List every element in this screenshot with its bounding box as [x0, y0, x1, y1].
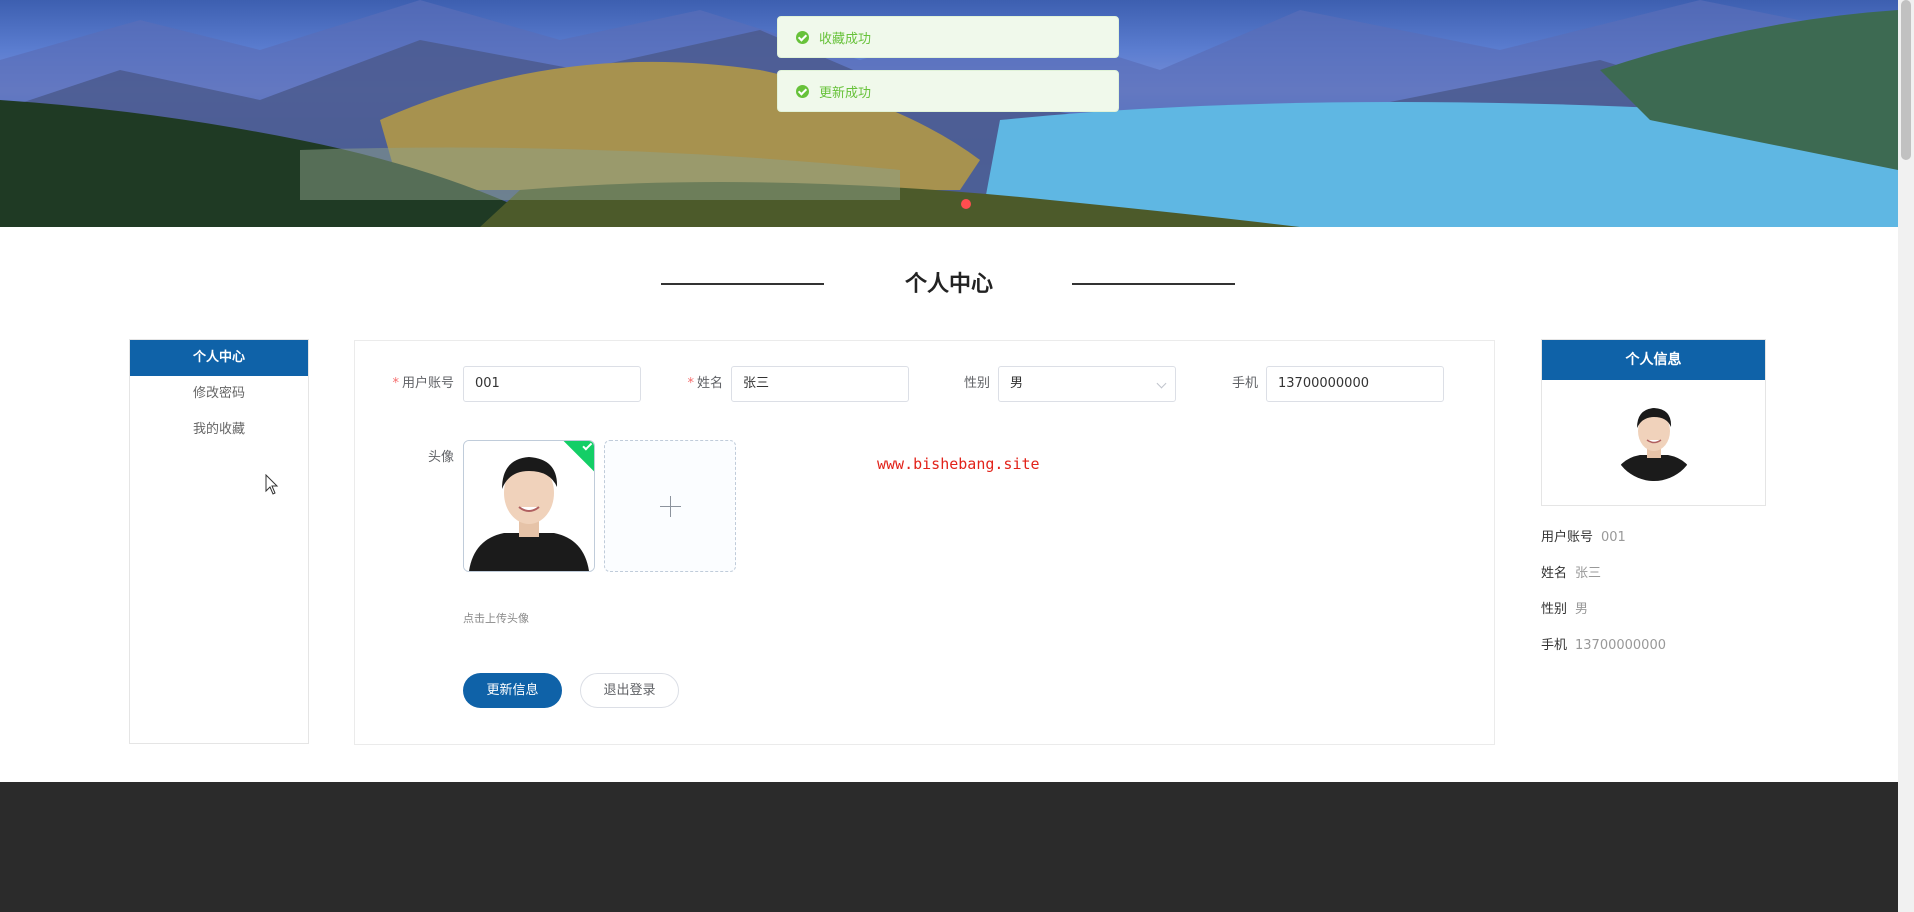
phone-label: 手机 [1231, 376, 1258, 391]
success-icon [796, 84, 809, 98]
update-info-button[interactable]: 更新信息 [463, 673, 562, 708]
carousel-indicator[interactable] [961, 199, 971, 209]
sidebar: 个人中心 修改密码 我的收藏 [129, 339, 309, 744]
profile-info-title: 个人信息 [1542, 340, 1765, 380]
avatar-upload-button[interactable] [604, 440, 736, 572]
uploaded-avatar[interactable] [463, 440, 595, 572]
page-title: 个人中心 [904, 272, 993, 297]
avatar-photo [464, 441, 594, 571]
mouse-cursor-icon [265, 474, 279, 495]
gender-select-value: 男 [1010, 376, 1024, 391]
success-icon [796, 30, 809, 44]
profile-avatar [1612, 397, 1696, 481]
logout-button[interactable]: 退出登录 [580, 673, 679, 708]
sidebar-item-favorites[interactable]: 我的收藏 [130, 412, 308, 448]
phone-input[interactable]: 13700000000 [1266, 366, 1444, 402]
profile-row-gender: 性别男 [1541, 602, 1589, 617]
account-input[interactable]: 001 [463, 366, 641, 402]
gender-select[interactable]: 男 [998, 366, 1176, 402]
sidebar-item-profile[interactable]: 个人中心 [130, 340, 308, 376]
profile-info-card: 个人信息 [1541, 339, 1766, 506]
watermark-text: www.bishebang.site [877, 455, 1040, 473]
name-label: * 姓名 [687, 376, 723, 391]
toast-favorite-success: 收藏成功 [777, 16, 1119, 58]
avatar-upload-tip: 点击上传头像 [463, 612, 529, 625]
name-input[interactable]: 张三 [731, 366, 909, 402]
sidebar-item-change-password[interactable]: 修改密码 [130, 376, 308, 412]
chevron-down-icon [1156, 378, 1167, 389]
account-label: * 用户账号 [392, 376, 454, 391]
scrollbar-thumb[interactable] [1901, 0, 1911, 160]
toast-update-success: 更新成功 [777, 70, 1119, 112]
gender-label: 性别 [963, 376, 990, 391]
footer [0, 782, 1898, 912]
toast-text: 收藏成功 [819, 31, 872, 47]
avatar-label: 头像 [427, 450, 454, 465]
toast-text: 更新成功 [819, 85, 872, 101]
title-divider-right [1072, 283, 1235, 285]
profile-row-account: 用户账号 001 [1541, 530, 1626, 545]
profile-row-phone: 手机 13700000000 [1541, 638, 1666, 653]
profile-row-name: 姓名 张三 [1541, 566, 1602, 581]
